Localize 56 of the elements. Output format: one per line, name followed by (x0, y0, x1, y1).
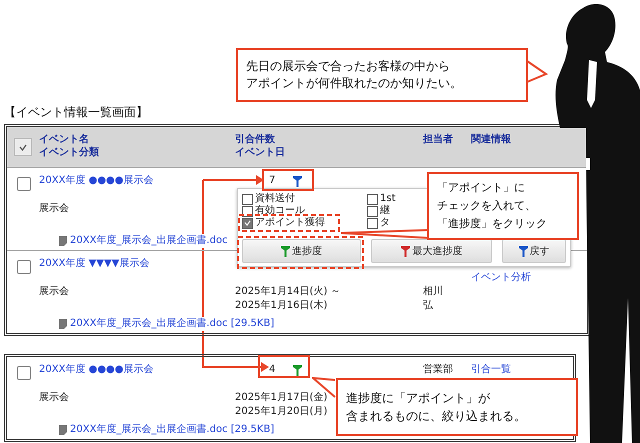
inquiry-count: 4 (269, 363, 276, 377)
filter-option-checkbox[interactable]: アポイント獲得 (242, 217, 325, 229)
highlight-frame (258, 355, 310, 378)
speech-text: アポイントが何件取れたのか知りたい。 (246, 75, 463, 92)
filter-icon[interactable] (293, 364, 302, 376)
filter-icon[interactable] (518, 246, 528, 256)
attachment-link[interactable]: 20XX年度_展示会_出展企画書.doc [29.5KB] (70, 317, 274, 331)
event-date: 2025年1月17日(金) (235, 391, 328, 405)
filter-option-checkbox[interactable]: 資料送付 (242, 193, 295, 205)
filter-option-checkbox[interactable]: タ (367, 217, 390, 229)
checkmark-icon[interactable] (19, 144, 27, 150)
filter-option-checkbox[interactable]: 継 (367, 205, 390, 217)
owner-name: 相川 (423, 285, 443, 299)
event-name-link[interactable]: 20XX年度 ●●●●展示会 (39, 363, 154, 377)
select-all-button[interactable] (14, 138, 32, 156)
related-link[interactable]: 引合一覧 (471, 363, 511, 377)
owner-name: 弘 (423, 299, 433, 313)
highlight-frame (262, 169, 314, 191)
filter-option-checkbox[interactable]: 有効コール (242, 205, 305, 217)
column-header: 引合件数 イベント日 (235, 132, 285, 159)
filter-button[interactable]: 最大進捗度 (371, 239, 492, 263)
attachment-link[interactable]: 20XX年度_展示会_出展企画書.doc (70, 234, 228, 248)
document-icon (59, 319, 67, 329)
event-category: 展示会 (39, 202, 69, 216)
row-checkbox[interactable] (17, 260, 31, 274)
column-header: 関連情報 (471, 132, 511, 146)
event-date: 2025年1月20日(月) (235, 405, 328, 419)
screen-title: 【イベント情報一覧画面】 (4, 104, 148, 121)
document-icon (59, 236, 67, 246)
event-date: 2025年1月16日(木) (235, 299, 328, 313)
instruction-text: 「アポイント」に (437, 180, 526, 196)
filter-icon[interactable] (293, 176, 302, 186)
column-header: 担当者 (423, 132, 453, 146)
filter-option-checkbox[interactable]: 1st (367, 193, 396, 205)
event-category: 展示会 (39, 391, 69, 405)
event-category: 展示会 (39, 285, 69, 299)
owner-name: 営業部 (423, 363, 453, 377)
instruction-text: 「進捗度」をクリック (437, 216, 548, 232)
event-name-link[interactable]: 20XX年度 ▼▼▼▼展示会 (39, 257, 150, 271)
instruction-text: チェックを入れて、 (437, 198, 537, 214)
attachment-link[interactable]: 20XX年度_展示会_出展企画書.doc [29.5KB] (70, 423, 274, 437)
event-name-link[interactable]: 20XX年度 ●●●●展示会 (39, 174, 154, 188)
speech-text: 先日の展示会で合ったお客様の中から (246, 58, 451, 75)
filter-icon[interactable] (401, 246, 410, 256)
row-checkbox[interactable] (17, 177, 31, 191)
filter-button[interactable]: 進捗度 (242, 239, 362, 263)
related-link[interactable]: イベント分析 (471, 271, 531, 285)
filter-icon[interactable] (281, 246, 290, 256)
event-date: 2025年1月14日(火) ～ (235, 285, 341, 299)
result-text: 含まれるものに、絞り込まれる。 (346, 408, 527, 425)
filter-button[interactable]: 戻す (502, 239, 566, 263)
inquiry-count: 7 (269, 174, 276, 188)
result-text: 進捗度に「アポイント」が (346, 390, 491, 407)
row-checkbox[interactable] (17, 366, 31, 380)
column-header: イベント名 イベント分類 (39, 132, 99, 159)
document-icon (59, 425, 67, 435)
